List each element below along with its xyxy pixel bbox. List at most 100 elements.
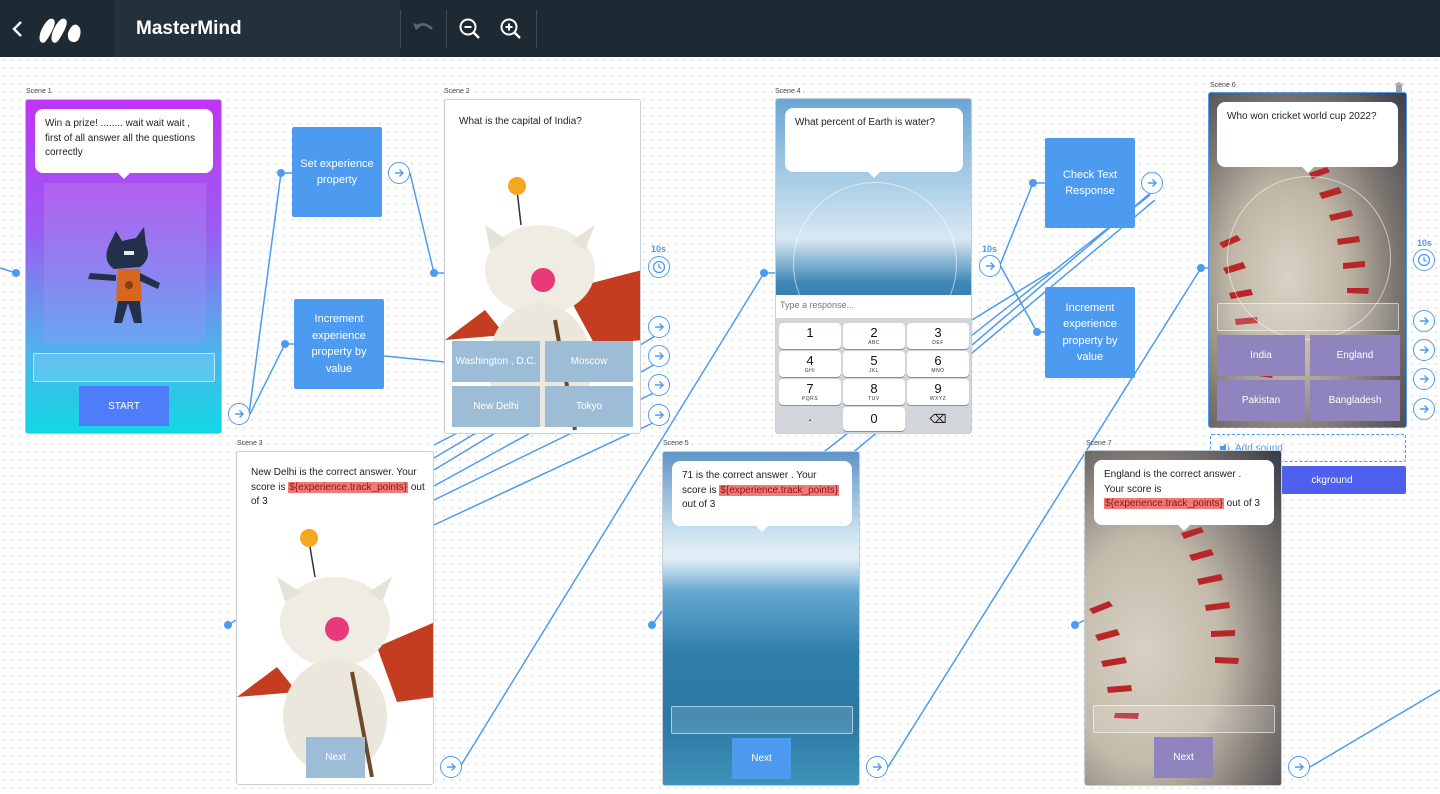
option-output-port[interactable] xyxy=(1413,339,1435,361)
key-digit: 5 xyxy=(870,353,878,368)
scene-4-card[interactable]: What percent of Earth is water? Type a r… xyxy=(775,98,972,434)
scene-1-card[interactable]: Win a prize! ........ wait wait wait , f… xyxy=(25,99,222,434)
scene-1-text: Win a prize! ........ wait wait wait , f… xyxy=(45,118,196,158)
key-digit: . xyxy=(808,409,812,424)
wire-endpoint[interactable] xyxy=(224,621,232,629)
arrow-right-icon xyxy=(655,323,664,331)
scene-6-card[interactable]: Who won cricket world cup 2022? India En… xyxy=(1208,92,1407,428)
arrow-right-icon xyxy=(447,763,456,771)
start-button[interactable]: START xyxy=(79,386,169,426)
scene-label: Scene 5 xyxy=(663,440,689,447)
zoom-in-button[interactable] xyxy=(492,10,530,48)
backspace-key[interactable]: ⌫ xyxy=(907,407,969,431)
wire-endpoint[interactable] xyxy=(760,269,768,277)
delete-scene-button[interactable] xyxy=(1394,80,1404,98)
scene-4-question: What percent of Earth is water? xyxy=(795,117,936,128)
clock-icon xyxy=(1417,253,1431,267)
scene-1-input[interactable] xyxy=(33,353,215,382)
option-output-port[interactable] xyxy=(648,404,670,426)
scene-4-output-port[interactable] xyxy=(979,255,1001,277)
keypad-key[interactable]: . xyxy=(779,407,841,431)
score-variable: ${experience.track_points} xyxy=(719,484,840,496)
wire-endpoint[interactable] xyxy=(12,269,20,277)
keypad-key[interactable]: 7 PQRS xyxy=(779,379,841,405)
keypad-key[interactable]: 1 xyxy=(779,323,841,349)
timer-port[interactable] xyxy=(1413,249,1435,271)
keypad-key[interactable]: 5 JKL xyxy=(843,351,905,377)
scene-2-card[interactable]: What is the capital of India? Washington… xyxy=(444,99,641,434)
wire-endpoint[interactable] xyxy=(1033,328,1041,336)
scene-7-input[interactable] xyxy=(1093,705,1275,733)
keypad-key[interactable]: 6 MNO xyxy=(907,351,969,377)
scene-7-output-port[interactable] xyxy=(1288,756,1310,778)
option-button[interactable]: Moscow xyxy=(545,341,633,382)
wire-endpoint[interactable] xyxy=(1029,179,1037,187)
next-button[interactable]: Next xyxy=(306,737,365,778)
increment-experience-action[interactable]: Increment experience property by value xyxy=(294,299,384,389)
wire-endpoint[interactable] xyxy=(1197,264,1205,272)
scene-3-output-port[interactable] xyxy=(440,756,462,778)
option-output-port[interactable] xyxy=(648,316,670,338)
scene-7-card[interactable]: England is the correct answer . Your sco… xyxy=(1084,450,1282,786)
wire-endpoint[interactable] xyxy=(277,169,285,177)
keypad-key[interactable]: 9 WXYZ xyxy=(907,379,969,405)
option-button[interactable]: England xyxy=(1310,335,1400,376)
scene-label: Scene 1 xyxy=(26,88,52,95)
undo-icon xyxy=(412,22,433,30)
key-digit: 7 xyxy=(806,381,814,396)
keypad-key[interactable]: 0 xyxy=(843,407,905,431)
keypad-key[interactable]: 3 DEF xyxy=(907,323,969,349)
key-digit: 9 xyxy=(934,381,942,396)
scene-6-bubble: Who won cricket world cup 2022? xyxy=(1217,102,1398,173)
option-button[interactable]: Bangladesh xyxy=(1310,380,1400,421)
wire-endpoint[interactable] xyxy=(648,621,656,629)
option-output-port[interactable] xyxy=(1413,398,1435,420)
arrow-right-icon xyxy=(1295,763,1304,771)
zoom-out-button[interactable] xyxy=(446,9,492,48)
arrow-right-icon xyxy=(655,352,664,360)
scene-3-text: New Delhi is the correct answer. Your sc… xyxy=(251,466,426,510)
wire-endpoint[interactable] xyxy=(1071,621,1079,629)
score-variable: ${experience.track_points} xyxy=(1104,498,1224,509)
option-button[interactable]: Tokyo xyxy=(545,386,633,427)
action-output-port[interactable] xyxy=(388,162,410,184)
scene-1-output-port[interactable] xyxy=(228,403,250,425)
scene-5-input[interactable] xyxy=(671,706,853,734)
scene-5-card[interactable]: 71 is the correct answer . Your score is… xyxy=(662,451,860,786)
scene-5-output-port[interactable] xyxy=(866,756,888,778)
app-logo xyxy=(36,0,114,57)
next-button[interactable]: Next xyxy=(1154,737,1213,778)
scene-3-card[interactable]: New Delhi is the correct answer. Your sc… xyxy=(236,451,434,785)
timer-label: 10s xyxy=(982,244,998,254)
scene-6-input[interactable] xyxy=(1217,303,1399,331)
option-button[interactable]: India xyxy=(1217,335,1305,376)
option-button[interactable]: Pakistan xyxy=(1217,380,1305,421)
keypad-key[interactable]: 4 GHI xyxy=(779,351,841,377)
wire-endpoint[interactable] xyxy=(430,269,438,277)
chevron-left-icon xyxy=(12,20,22,37)
key-digit: 8 xyxy=(870,381,878,396)
key-letters: ABC xyxy=(868,340,880,346)
increment-experience-action[interactable]: Increment experience property by value xyxy=(1045,287,1135,378)
toolbar-divider xyxy=(536,9,537,48)
response-input[interactable]: Type a response... xyxy=(776,295,971,319)
keypad-key[interactable]: 8 TUV xyxy=(843,379,905,405)
option-output-port[interactable] xyxy=(1413,310,1435,332)
undo-button[interactable] xyxy=(400,9,446,48)
timer-port[interactable] xyxy=(648,256,670,278)
option-output-port[interactable] xyxy=(648,345,670,367)
set-experience-action[interactable]: Set experience property xyxy=(292,127,382,217)
wire-endpoint[interactable] xyxy=(281,340,289,348)
keypad-key[interactable]: 2 ABC xyxy=(843,323,905,349)
next-button[interactable]: Next xyxy=(732,738,791,779)
check-text-response-action[interactable]: Check Text Response xyxy=(1045,138,1135,228)
option-button[interactable]: New Delhi xyxy=(452,386,540,427)
option-output-port[interactable] xyxy=(1413,368,1435,390)
key-digit: 1 xyxy=(806,325,814,340)
option-output-port[interactable] xyxy=(648,374,670,396)
action-output-port[interactable] xyxy=(1141,172,1163,194)
arrow-right-icon xyxy=(1420,405,1429,413)
scene-6-question: Who won cricket world cup 2022? xyxy=(1227,111,1377,122)
back-button[interactable] xyxy=(0,0,36,57)
option-button[interactable]: Washington , D.C. xyxy=(452,341,540,382)
